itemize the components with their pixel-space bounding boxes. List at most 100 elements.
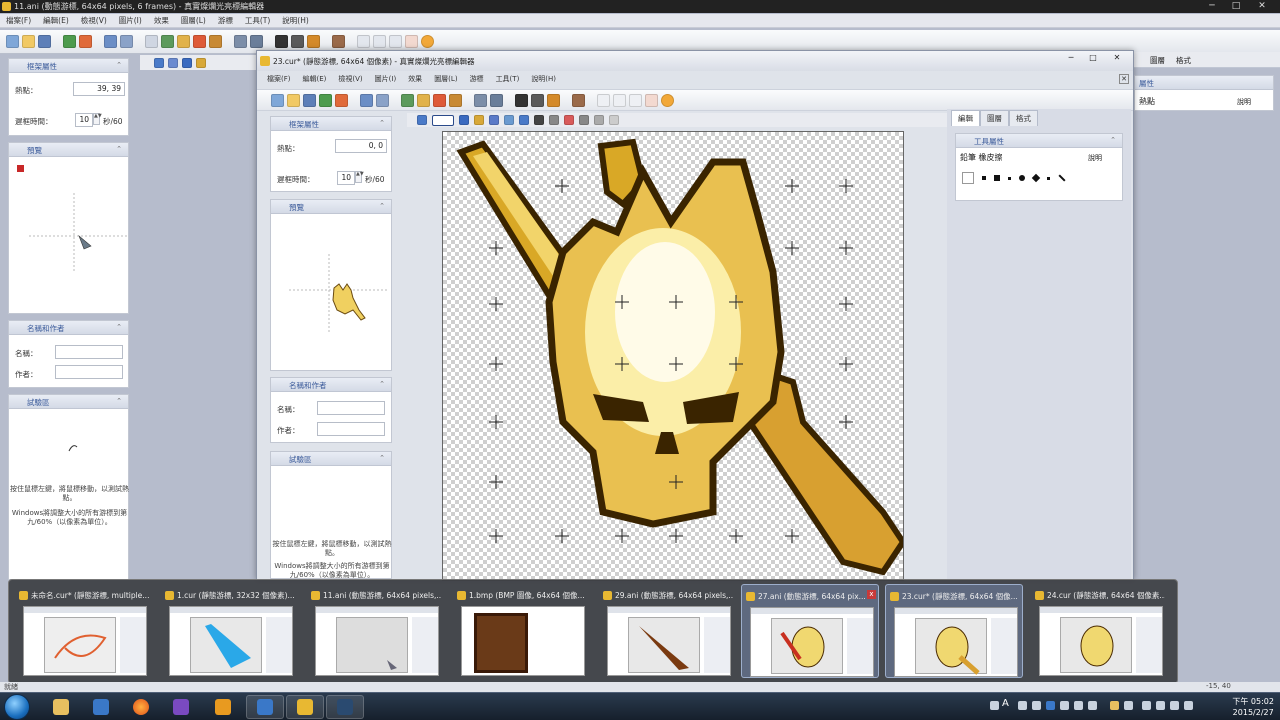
flag-icon[interactable] xyxy=(1142,701,1151,710)
help-icon[interactable] xyxy=(1046,701,1055,710)
inner-menu-image[interactable]: 圖片(I) xyxy=(375,74,397,84)
inner-dropper-icon[interactable] xyxy=(519,115,529,125)
tray-icon-4[interactable] xyxy=(1060,701,1069,710)
minimize-icon[interactable]: ─ xyxy=(1200,0,1224,12)
cursor-icon[interactable] xyxy=(357,35,370,48)
paste-icon[interactable] xyxy=(177,35,190,48)
layer-icon[interactable] xyxy=(193,35,206,48)
help-link[interactable]: 說明 xyxy=(1237,97,1251,107)
inner-redo-icon[interactable] xyxy=(376,93,389,107)
inner-layer-a-icon[interactable] xyxy=(549,115,559,125)
inner-menu-cursor[interactable]: 游標 xyxy=(470,74,484,84)
lasso-icon[interactable] xyxy=(250,35,263,48)
open-icon[interactable] xyxy=(22,35,35,48)
brush-diamond-icon[interactable] xyxy=(1031,173,1041,183)
export-icon[interactable] xyxy=(79,35,92,48)
inner-hotspot-field[interactable]: 0, 0 xyxy=(335,139,387,153)
inner-sun-icon[interactable] xyxy=(661,93,674,107)
thumbnail-5[interactable]: 29.ani (動態游標, 64x64 pixels,... xyxy=(599,584,737,678)
inner-save-icon[interactable] xyxy=(303,93,316,107)
inner-menu-help[interactable]: 說明(H) xyxy=(531,74,556,84)
brush-size-4[interactable] xyxy=(1008,176,1011,180)
inner-menu-view[interactable]: 檢視(V) xyxy=(338,74,362,84)
move-icon[interactable] xyxy=(154,57,164,68)
brush-size-3[interactable] xyxy=(994,175,1000,181)
inner-cursor-icon[interactable] xyxy=(597,93,610,107)
inner-window-title-bar[interactable]: 23.cur* (靜態游標, 64x64 個像素) - 真實燦爛光亮標編輯器 ─… xyxy=(257,51,1133,71)
tray-icon-8[interactable] xyxy=(1124,701,1133,710)
magic-wand-icon[interactable] xyxy=(291,35,304,48)
frame-props-header[interactable]: 框架屬性 ⌃ xyxy=(9,59,128,73)
thumbnail-1[interactable]: 未命名.cur* (靜態游標, multiple... xyxy=(15,584,153,678)
explorer-icon[interactable] xyxy=(42,695,80,719)
tray-icon-2[interactable] xyxy=(1018,701,1027,710)
menu-edit[interactable]: 編輯(E) xyxy=(43,15,69,26)
frame-icon[interactable] xyxy=(209,35,222,48)
tray-icon-7[interactable] xyxy=(1110,701,1119,710)
menu-cursor[interactable]: 游標 xyxy=(218,15,233,26)
tray-icon-6[interactable] xyxy=(1088,701,1097,710)
menu-effects[interactable]: 效果 xyxy=(154,15,169,26)
name-author-header[interactable]: 名稱和作者 ⌃ xyxy=(9,321,128,335)
outer-props-header[interactable]: 屬性 xyxy=(1135,76,1273,90)
app-blue-2-icon[interactable] xyxy=(246,695,284,719)
visual-studio-icon[interactable] xyxy=(162,695,200,719)
brush-icon[interactable] xyxy=(196,57,206,68)
tool-props-header[interactable]: 工具屬性 ⌃ xyxy=(956,134,1122,148)
thumbnail-close-icon[interactable]: x xyxy=(867,590,876,599)
eraser-icon[interactable] xyxy=(307,35,320,48)
import-icon[interactable] xyxy=(63,35,76,48)
media-player-icon[interactable] xyxy=(204,695,242,719)
inner-grid-icon[interactable] xyxy=(594,115,604,125)
ime-icon[interactable]: A xyxy=(1002,698,1009,709)
tray-icon-3[interactable] xyxy=(1032,701,1041,710)
thumbnail-6[interactable]: 27.ani (動態游標, 64x64 pix... x xyxy=(741,584,879,678)
inner-contrast-icon[interactable] xyxy=(515,93,528,107)
close-icon[interactable]: ✕ xyxy=(1248,0,1276,12)
tab-format-inner[interactable]: 格式 xyxy=(1009,110,1038,126)
outer-window-title-bar[interactable]: 11.ani (動態游標, 64x64 pixels, 6 frames) - … xyxy=(0,0,1280,13)
name-field[interactable] xyxy=(55,345,123,359)
test-area-header[interactable]: 試驗區 ⌃ xyxy=(9,395,128,409)
system-clock[interactable]: 下午 05:02 2015/2/27 xyxy=(1232,696,1274,718)
inner-paste-icon[interactable] xyxy=(417,93,430,107)
tab-layers-inner[interactable]: 圖層 xyxy=(980,110,1009,126)
delay-spinner[interactable]: ▲▼ xyxy=(93,113,102,125)
thumbnail-7[interactable]: 23.cur* (靜態游標, 64x64 個像... xyxy=(885,584,1023,678)
inner-export-icon[interactable] xyxy=(335,93,348,107)
menu-help[interactable]: 說明(H) xyxy=(282,15,309,26)
cursor-editing-canvas[interactable] xyxy=(442,131,904,581)
brush-dot-icon[interactable] xyxy=(1047,176,1050,180)
inner-preview-header[interactable]: 預覽 ⌃ xyxy=(271,200,391,214)
tab-layers[interactable]: 圖層 xyxy=(1150,55,1165,66)
inner-layer-b-icon[interactable] xyxy=(564,115,574,125)
inner-open-icon[interactable] xyxy=(287,93,300,107)
inner-close-icon[interactable]: ✕ xyxy=(1105,53,1129,65)
terminal-icon[interactable] xyxy=(326,695,364,719)
tray-icon-1[interactable] xyxy=(990,701,999,710)
inner-select-icon[interactable] xyxy=(474,93,487,107)
new-icon[interactable] xyxy=(6,35,19,48)
app-blue-icon[interactable] xyxy=(82,695,120,719)
contrast-icon[interactable] xyxy=(275,35,288,48)
network-icon[interactable] xyxy=(1156,701,1165,710)
timer-icon[interactable] xyxy=(373,35,386,48)
volume-icon[interactable] xyxy=(1184,701,1193,710)
inner-color-icon[interactable] xyxy=(645,93,658,107)
redo-icon[interactable] xyxy=(120,35,133,48)
cut-icon[interactable] xyxy=(145,35,158,48)
inner-fill-icon[interactable] xyxy=(504,115,514,125)
inner-new-icon[interactable] xyxy=(271,93,284,107)
inner-undo-icon[interactable] xyxy=(360,93,373,107)
inner-doc-close-icon[interactable]: ✕ xyxy=(1119,74,1129,84)
inner-layer-icon[interactable] xyxy=(433,93,446,107)
inner-text-icon[interactable] xyxy=(459,115,469,125)
inner-brush-icon[interactable] xyxy=(474,115,484,125)
inner-menu-layers[interactable]: 圖層(L) xyxy=(434,74,457,84)
monitor-icon[interactable] xyxy=(1170,701,1179,710)
inner-copy-icon[interactable] xyxy=(401,93,414,107)
sun-icon[interactable] xyxy=(421,35,434,48)
inner-name-author-header[interactable]: 名稱和作者 ⌃ xyxy=(271,378,391,392)
inner-user-icon[interactable] xyxy=(572,93,585,107)
text-icon[interactable] xyxy=(182,57,192,68)
